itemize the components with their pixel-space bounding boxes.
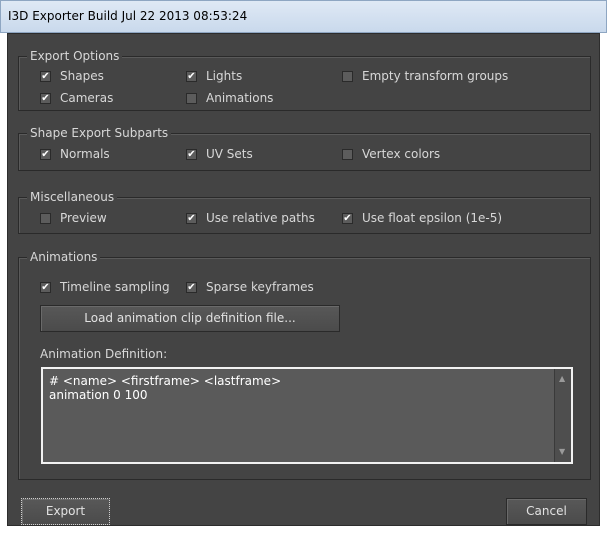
- empty-transform-groups-checkbox[interactable]: Empty transform groups: [342, 68, 508, 84]
- scroll-up-icon[interactable]: ▲: [559, 374, 565, 384]
- unchecked-box-icon: [40, 213, 51, 224]
- check-icon: [40, 282, 51, 293]
- export-options-legend: Export Options: [27, 49, 123, 63]
- vertex-colors-checkbox[interactable]: Vertex colors: [342, 146, 440, 162]
- uv-sets-checkbox[interactable]: UV Sets: [186, 146, 253, 162]
- exporter-window: I3D Exporter Build Jul 22 2013 08:53:24 …: [0, 0, 607, 533]
- float-epsilon-label: Use float epsilon (1e-5): [362, 211, 503, 225]
- preview-label: Preview: [60, 211, 107, 225]
- shapes-checkbox[interactable]: Shapes: [40, 68, 104, 84]
- empty-transform-groups-label: Empty transform groups: [362, 69, 509, 83]
- sparse-keyframes-label: Sparse keyframes: [206, 280, 314, 294]
- shapes-label: Shapes: [60, 69, 104, 83]
- animations-legend: Animations: [27, 250, 101, 264]
- preview-checkbox[interactable]: Preview: [40, 210, 107, 226]
- shape-subparts-group: Shape Export Subparts Normals UV Sets Ve…: [18, 126, 591, 171]
- unchecked-box-icon: [186, 93, 197, 104]
- export-button[interactable]: Export: [21, 498, 110, 525]
- miscellaneous-group: Miscellaneous Preview Use relative paths…: [18, 190, 591, 234]
- float-epsilon-checkbox[interactable]: Use float epsilon (1e-5): [342, 210, 502, 226]
- lights-label: Lights: [206, 69, 243, 83]
- definition-line: # <name> <firstframe> <lastframe>: [49, 374, 282, 388]
- miscellaneous-legend: Miscellaneous: [27, 190, 118, 204]
- unchecked-box-icon: [342, 149, 353, 160]
- timeline-sampling-label: Timeline sampling: [60, 280, 170, 294]
- window-title: I3D Exporter Build Jul 22 2013 08:53:24: [0, 0, 607, 33]
- cameras-label: Cameras: [60, 91, 114, 105]
- animations-checkbox[interactable]: Animations: [186, 90, 273, 106]
- shape-subparts-legend: Shape Export Subparts: [27, 126, 172, 140]
- animation-definition-label: Animation Definition:: [40, 347, 168, 361]
- relative-paths-checkbox[interactable]: Use relative paths: [186, 210, 315, 226]
- load-animation-clip-button[interactable]: Load animation clip definition file...: [40, 305, 340, 332]
- animations-label: Animations: [206, 91, 274, 105]
- normals-checkbox[interactable]: Normals: [40, 146, 110, 162]
- export-options-group: Export Options Shapes Lights Empty trans…: [18, 49, 591, 111]
- check-icon: [186, 213, 197, 224]
- animation-definition-textarea[interactable]: # <name> <firstframe> <lastframe> animat…: [41, 367, 573, 464]
- uv-sets-label: UV Sets: [206, 147, 253, 161]
- check-icon: [186, 282, 197, 293]
- relative-paths-label: Use relative paths: [206, 211, 315, 225]
- check-icon: [186, 149, 197, 160]
- sparse-keyframes-checkbox[interactable]: Sparse keyframes: [186, 279, 314, 295]
- timeline-sampling-checkbox[interactable]: Timeline sampling: [40, 279, 170, 295]
- check-icon: [40, 93, 51, 104]
- unchecked-box-icon: [342, 71, 353, 82]
- scroll-down-icon[interactable]: ▼: [559, 447, 565, 457]
- check-icon: [186, 71, 197, 82]
- normals-label: Normals: [60, 147, 110, 161]
- definition-line: animation 0 100: [49, 388, 148, 402]
- check-icon: [342, 213, 353, 224]
- dialog-body: Export Options Shapes Lights Empty trans…: [7, 33, 600, 526]
- check-icon: [40, 149, 51, 160]
- cameras-checkbox[interactable]: Cameras: [40, 90, 113, 106]
- check-icon: [40, 71, 51, 82]
- cancel-button[interactable]: Cancel: [506, 498, 587, 525]
- vertex-colors-label: Vertex colors: [362, 147, 441, 161]
- textarea-scrollbar[interactable]: ▲ ▼: [554, 369, 571, 462]
- lights-checkbox[interactable]: Lights: [186, 68, 242, 84]
